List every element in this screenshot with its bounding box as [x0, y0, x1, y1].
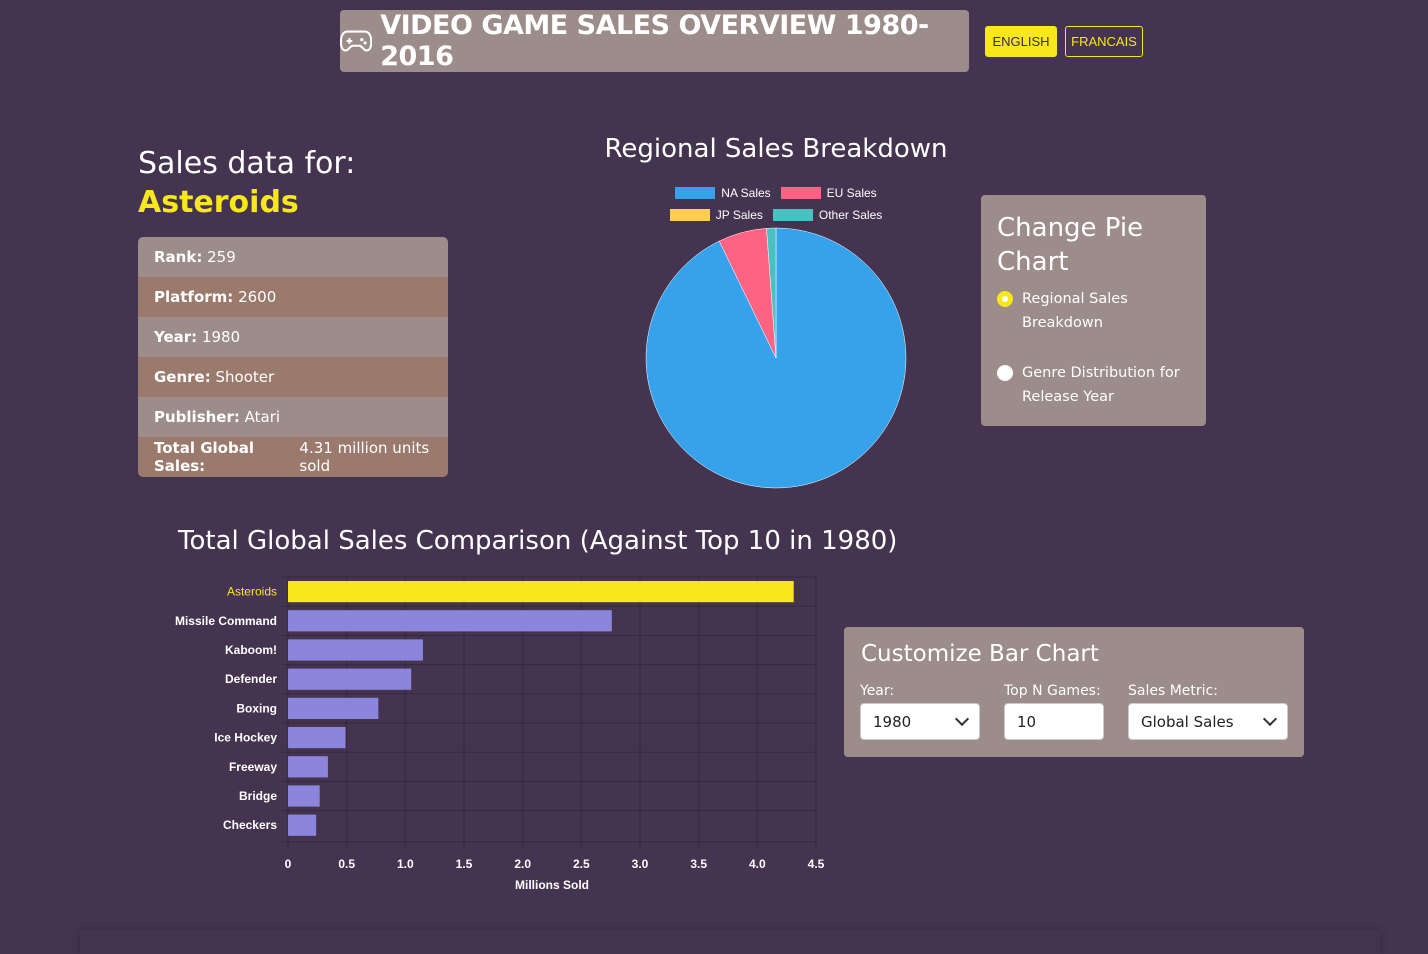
y-category-label: Defender [225, 672, 277, 686]
bar-bridge[interactable] [288, 785, 320, 807]
info-value: 4.31 million units sold [299, 439, 430, 475]
info-value: 2600 [238, 288, 277, 306]
x-tick-label: 4.0 [749, 857, 766, 871]
pie-chart-title: Regional Sales Breakdown [604, 134, 948, 164]
info-row-platform: Platform: 2600 [138, 277, 448, 317]
y-category-label: Freeway [229, 760, 277, 774]
legend-swatch [675, 187, 716, 199]
legend-label: JP Sales [715, 208, 763, 222]
year-select-value: 1980 [873, 712, 912, 731]
radio-button-checked[interactable] [997, 291, 1013, 307]
radio-genre-distribution[interactable]: Genre Distribution for Release Year [997, 361, 1190, 409]
x-tick-label: 1.5 [456, 857, 473, 871]
info-label: Genre: [154, 368, 211, 386]
x-tick-label: 1.0 [397, 857, 414, 871]
bar-defender[interactable] [288, 668, 412, 690]
footer-panel [80, 930, 1380, 954]
y-category-label: Kaboom! [225, 643, 277, 657]
info-value: 1980 [201, 328, 241, 346]
y-category-label: Missile Command [175, 614, 277, 628]
bar-chart-title: Total Global Sales Comparison (Against T… [178, 526, 898, 556]
radio-button[interactable] [997, 365, 1013, 381]
pie-legend: NA Sales EU Sales JP Sales Other Sales [640, 182, 912, 226]
gamepad-icon [340, 30, 373, 52]
game-info-table: Rank: 259 Platform: 2600 Year: 1980 Genr… [138, 237, 448, 477]
x-axis-label: Millions Sold [515, 878, 589, 890]
metric-select-value: Global Sales [1141, 712, 1234, 731]
french-button[interactable]: FRANCAIS [1065, 26, 1143, 57]
legend-item-jp[interactable]: JP Sales [669, 208, 763, 222]
x-tick-label: 0.5 [338, 857, 355, 871]
metric-select[interactable]: Global Sales [1128, 703, 1288, 740]
bar-chart-controls: Customize Bar Chart Year: 1980 Top N Gam… [844, 627, 1304, 757]
chevron-down-icon [1262, 711, 1278, 727]
bar-asteroids[interactable] [288, 581, 794, 603]
year-label: Year: [860, 683, 895, 699]
pie-controls-title: Change Pie Chart [997, 213, 1144, 277]
legend-item-na[interactable]: NA Sales [675, 186, 771, 200]
info-label: Publisher: [154, 408, 240, 426]
info-value: 259 [207, 248, 236, 266]
legend-swatch [772, 209, 813, 221]
bar-ice-hockey[interactable] [288, 727, 346, 749]
x-tick-label: 2.5 [573, 857, 590, 871]
y-category-label: Checkers [223, 818, 277, 832]
radio-label: Regional Sales Breakdown [1022, 291, 1128, 331]
x-tick-label: 4.5 [808, 857, 825, 871]
x-tick-label: 3.0 [632, 857, 649, 871]
chevron-down-icon [954, 711, 970, 727]
y-category-label: Boxing [236, 701, 277, 715]
metric-control: Sales Metric: Global Sales [1128, 683, 1288, 740]
info-row-year: Year: 1980 [138, 317, 448, 357]
topn-input[interactable]: 10 [1004, 703, 1104, 740]
legend-label: NA Sales [721, 186, 771, 200]
bar-missile-command[interactable] [288, 610, 612, 632]
legend-item-other[interactable]: Other Sales [772, 208, 883, 222]
bar-checkers[interactable] [288, 814, 317, 836]
info-label: Rank: [154, 248, 203, 266]
info-row-publisher: Publisher: Atari [138, 397, 448, 437]
english-button[interactable]: ENGLISH [985, 26, 1057, 57]
legend-item-eu[interactable]: EU Sales [780, 186, 877, 200]
topn-label: Top N Games: [1004, 683, 1101, 699]
bar-chart: 0 0.5 1.0 1.5 2.0 2.5 3.0 3.5 4.0 4.5 Asteroids Mis… [175, 576, 825, 890]
pie-chart-controls: Change Pie Chart Regional Sales Breakdow… [981, 195, 1206, 426]
legend-label: EU Sales [826, 186, 877, 200]
year-control: Year: 1980 [860, 683, 980, 740]
metric-label: Sales Metric: [1128, 683, 1218, 699]
info-row-genre: Genre: Shooter [138, 357, 448, 397]
legend-swatch [780, 187, 821, 199]
page-title-banner: VIDEO GAME SALES OVERVIEW 1980-2016 [340, 10, 969, 72]
info-label: Total Global Sales: [154, 439, 254, 475]
legend-swatch [669, 209, 710, 221]
pie-chart [645, 227, 907, 489]
sales-data-heading: Sales data for: [138, 146, 356, 181]
legend-label: Other Sales [818, 208, 883, 222]
info-row-global-sales: Total Global Sales: 4.31 million units s… [138, 437, 448, 477]
bar-kaboom-[interactable] [288, 639, 423, 661]
topn-input-value: 10 [1017, 712, 1037, 731]
game-name: Asteroids [138, 185, 299, 220]
bar-boxing[interactable] [288, 697, 379, 719]
topn-control: Top N Games: 10 [1004, 683, 1104, 740]
info-value: Atari [244, 408, 281, 426]
x-tick-label: 3.5 [690, 857, 707, 871]
x-tick-label: 0 [285, 857, 292, 871]
info-value: Shooter [215, 368, 275, 386]
y-category-label: Ice Hockey [214, 731, 277, 745]
bar-controls-title: Customize Bar Chart [861, 641, 1099, 667]
info-label: Year: [154, 328, 198, 346]
radio-regional-sales[interactable]: Regional Sales Breakdown [997, 287, 1190, 335]
info-label: Platform: [154, 288, 234, 306]
radio-label: Genre Distribution for Release Year [1022, 365, 1180, 405]
year-select[interactable]: 1980 [860, 703, 980, 740]
page-title: VIDEO GAME SALES OVERVIEW 1980-2016 [380, 10, 929, 72]
y-category-label: Asteroids [227, 585, 277, 599]
x-tick-label: 2.0 [514, 857, 531, 871]
info-row-rank: Rank: 259 [138, 237, 448, 277]
bar-freeway[interactable] [288, 756, 328, 778]
y-category-label: Bridge [239, 789, 277, 803]
